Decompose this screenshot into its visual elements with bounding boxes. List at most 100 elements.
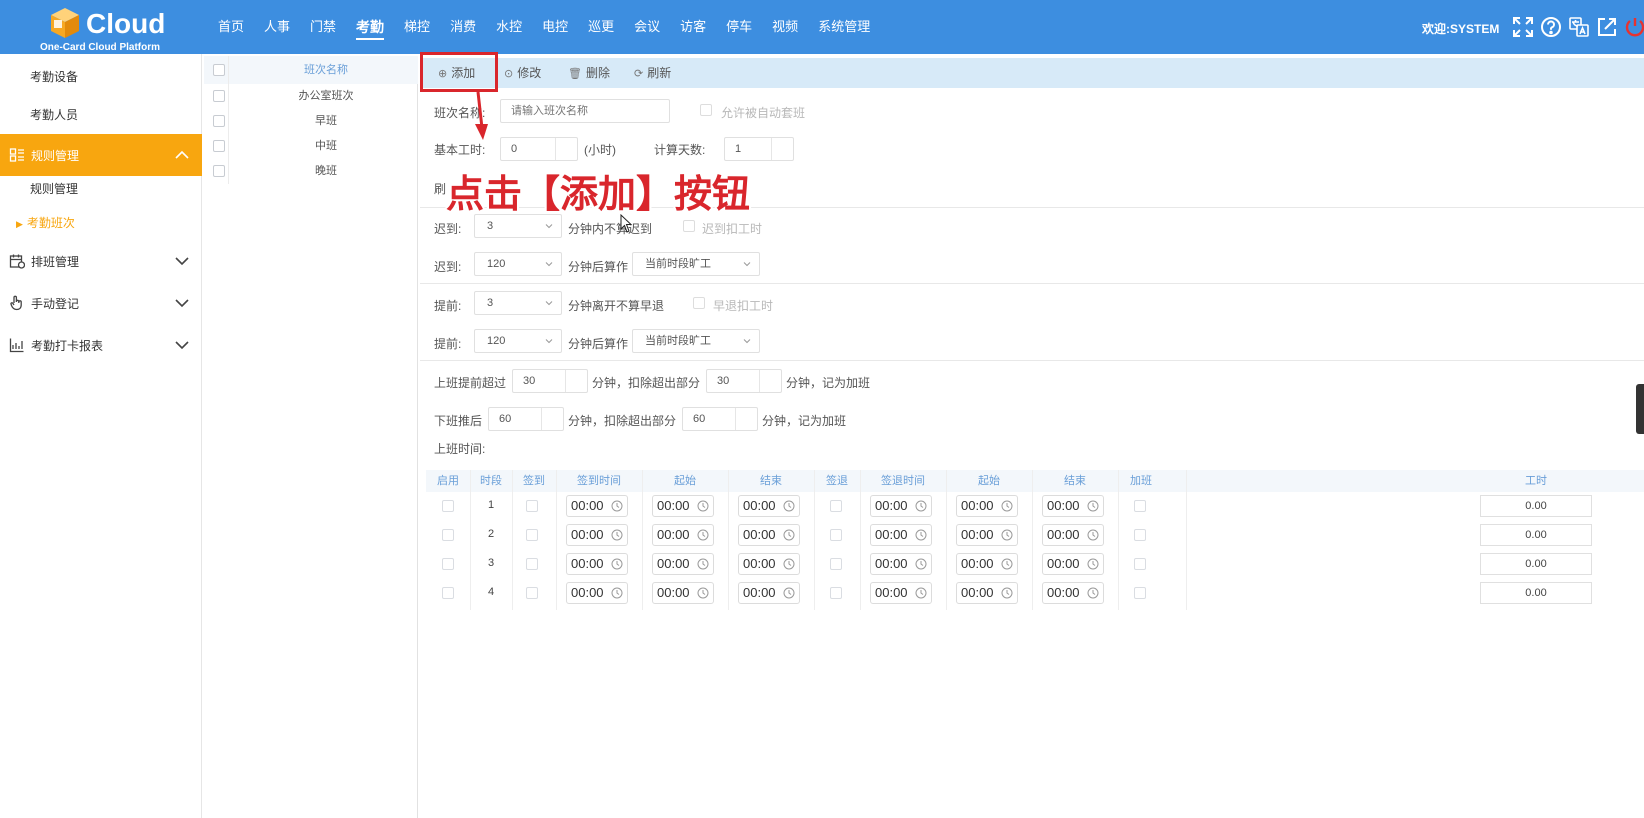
translate-icon[interactable]: [1568, 16, 1590, 38]
calc-days-input[interactable]: 1: [724, 137, 794, 161]
nav-hr[interactable]: 人事: [254, 0, 300, 54]
time-input[interactable]: 00:00: [1042, 524, 1104, 546]
early1-select[interactable]: 3: [474, 291, 562, 315]
time-input[interactable]: 00:00: [1042, 553, 1104, 575]
nav-consume[interactable]: 消费: [440, 0, 486, 54]
refresh-button[interactable]: ⟳ 刷新: [634, 58, 671, 88]
late2-action-select[interactable]: 当前时段旷工: [632, 252, 760, 276]
overtime-checkbox[interactable]: [1134, 587, 1146, 599]
work-hours-input[interactable]: 0.00: [1480, 495, 1592, 517]
ot-after-input-2[interactable]: 60: [682, 407, 758, 431]
sidebar-item-shift[interactable]: ▶ 考勤班次: [16, 214, 75, 231]
checkin-checkbox[interactable]: [526, 500, 538, 512]
checkin-checkbox[interactable]: [526, 558, 538, 570]
fullscreen-icon[interactable]: [1512, 16, 1534, 38]
shift-row[interactable]: 办公室班次: [204, 84, 418, 109]
checkin-checkbox[interactable]: [526, 587, 538, 599]
nav-home[interactable]: 首页: [208, 0, 254, 54]
stepper[interactable]: [759, 370, 781, 392]
late-deduct-checkbox[interactable]: [683, 220, 695, 232]
sidebar-group-rules[interactable]: 规则管理: [0, 134, 202, 176]
sidebar-item-attendance-device[interactable]: 考勤设备: [30, 68, 78, 85]
time-input[interactable]: 00:00: [956, 582, 1018, 604]
overtime-checkbox[interactable]: [1134, 500, 1146, 512]
time-input[interactable]: 00:00: [1042, 495, 1104, 517]
stepper[interactable]: [735, 408, 757, 430]
time-input[interactable]: 00:00: [738, 553, 800, 575]
shift-row[interactable]: 中班: [204, 134, 418, 159]
time-input[interactable]: 00:00: [870, 582, 932, 604]
time-input[interactable]: 00:00: [738, 582, 800, 604]
checkout-checkbox[interactable]: [830, 529, 842, 541]
base-hours-input[interactable]: 0: [500, 137, 578, 161]
nav-meeting[interactable]: 会议: [624, 0, 670, 54]
time-input[interactable]: 00:00: [652, 582, 714, 604]
sidebar-item-attendance-staff[interactable]: 考勤人员: [30, 106, 78, 123]
auto-match-checkbox[interactable]: [700, 104, 712, 116]
time-input[interactable]: 00:00: [870, 495, 932, 517]
nav-access[interactable]: 门禁: [300, 0, 346, 54]
early2-action-select[interactable]: 当前时段旷工: [632, 329, 760, 353]
time-input[interactable]: 00:00: [566, 524, 628, 546]
time-input[interactable]: 00:00: [566, 553, 628, 575]
nav-system[interactable]: 系统管理: [808, 0, 880, 54]
time-input[interactable]: 00:00: [652, 495, 714, 517]
stepper[interactable]: [541, 408, 563, 430]
nav-elevator[interactable]: 梯控: [394, 0, 440, 54]
nav-water[interactable]: 水控: [486, 0, 532, 54]
stepper[interactable]: [771, 138, 793, 160]
time-input[interactable]: 00:00: [956, 495, 1018, 517]
nav-visitor[interactable]: 访客: [670, 0, 716, 54]
time-input[interactable]: 00:00: [956, 553, 1018, 575]
enable-checkbox[interactable]: [442, 587, 454, 599]
nav-patrol[interactable]: 巡更: [578, 0, 624, 54]
late2-select[interactable]: 120: [474, 252, 562, 276]
sidebar-group-scheduling[interactable]: 排班管理: [0, 240, 202, 282]
time-input[interactable]: 00:00: [566, 495, 628, 517]
overtime-checkbox[interactable]: [1134, 558, 1146, 570]
checkout-checkbox[interactable]: [830, 558, 842, 570]
ot-after-input[interactable]: 60: [488, 407, 564, 431]
sidebar-group-manual-register[interactable]: 手动登记: [0, 282, 202, 324]
row-checkbox[interactable]: [213, 165, 225, 177]
time-input[interactable]: 00:00: [1042, 582, 1104, 604]
time-input[interactable]: 00:00: [652, 524, 714, 546]
time-input[interactable]: 00:00: [652, 553, 714, 575]
early-deduct-checkbox[interactable]: [693, 297, 705, 309]
time-input[interactable]: 00:00: [738, 524, 800, 546]
ot-before-input[interactable]: 30: [512, 369, 588, 393]
overtime-checkbox[interactable]: [1134, 529, 1146, 541]
logo[interactable]: Cloud One-Card Cloud Platform: [40, 4, 170, 53]
side-handle[interactable]: [1636, 384, 1644, 434]
power-icon[interactable]: [1624, 16, 1644, 38]
checkout-checkbox[interactable]: [830, 587, 842, 599]
enable-checkbox[interactable]: [442, 529, 454, 541]
time-input[interactable]: 00:00: [956, 524, 1018, 546]
row-checkbox[interactable]: [213, 140, 225, 152]
sidebar-group-report[interactable]: 考勤打卡报表: [0, 324, 202, 366]
edit-button[interactable]: ⊙ 修改: [504, 58, 541, 88]
work-hours-input[interactable]: 0.00: [1480, 524, 1592, 546]
stepper[interactable]: [565, 370, 587, 392]
nav-attendance[interactable]: 考勤: [346, 0, 394, 54]
shift-row[interactable]: 早班: [204, 109, 418, 134]
shift-row[interactable]: 晚班: [204, 159, 418, 184]
checkin-checkbox[interactable]: [526, 529, 538, 541]
delete-button[interactable]: 🗑 删除: [568, 58, 610, 88]
sidebar-item-rule-manage[interactable]: 规则管理: [30, 180, 78, 197]
time-input[interactable]: 00:00: [870, 524, 932, 546]
work-hours-input[interactable]: 0.00: [1480, 582, 1592, 604]
help-icon[interactable]: [1540, 16, 1562, 38]
early2-select[interactable]: 120: [474, 329, 562, 353]
shift-name-input[interactable]: [500, 99, 670, 123]
time-input[interactable]: 00:00: [738, 495, 800, 517]
nav-power[interactable]: 电控: [532, 0, 578, 54]
nav-parking[interactable]: 停车: [716, 0, 762, 54]
nav-video[interactable]: 视频: [762, 0, 808, 54]
checkout-checkbox[interactable]: [830, 500, 842, 512]
row-checkbox[interactable]: [213, 115, 225, 127]
time-input[interactable]: 00:00: [870, 553, 932, 575]
enable-checkbox[interactable]: [442, 558, 454, 570]
select-all-checkbox[interactable]: [213, 64, 225, 76]
ot-before-input-2[interactable]: 30: [706, 369, 782, 393]
